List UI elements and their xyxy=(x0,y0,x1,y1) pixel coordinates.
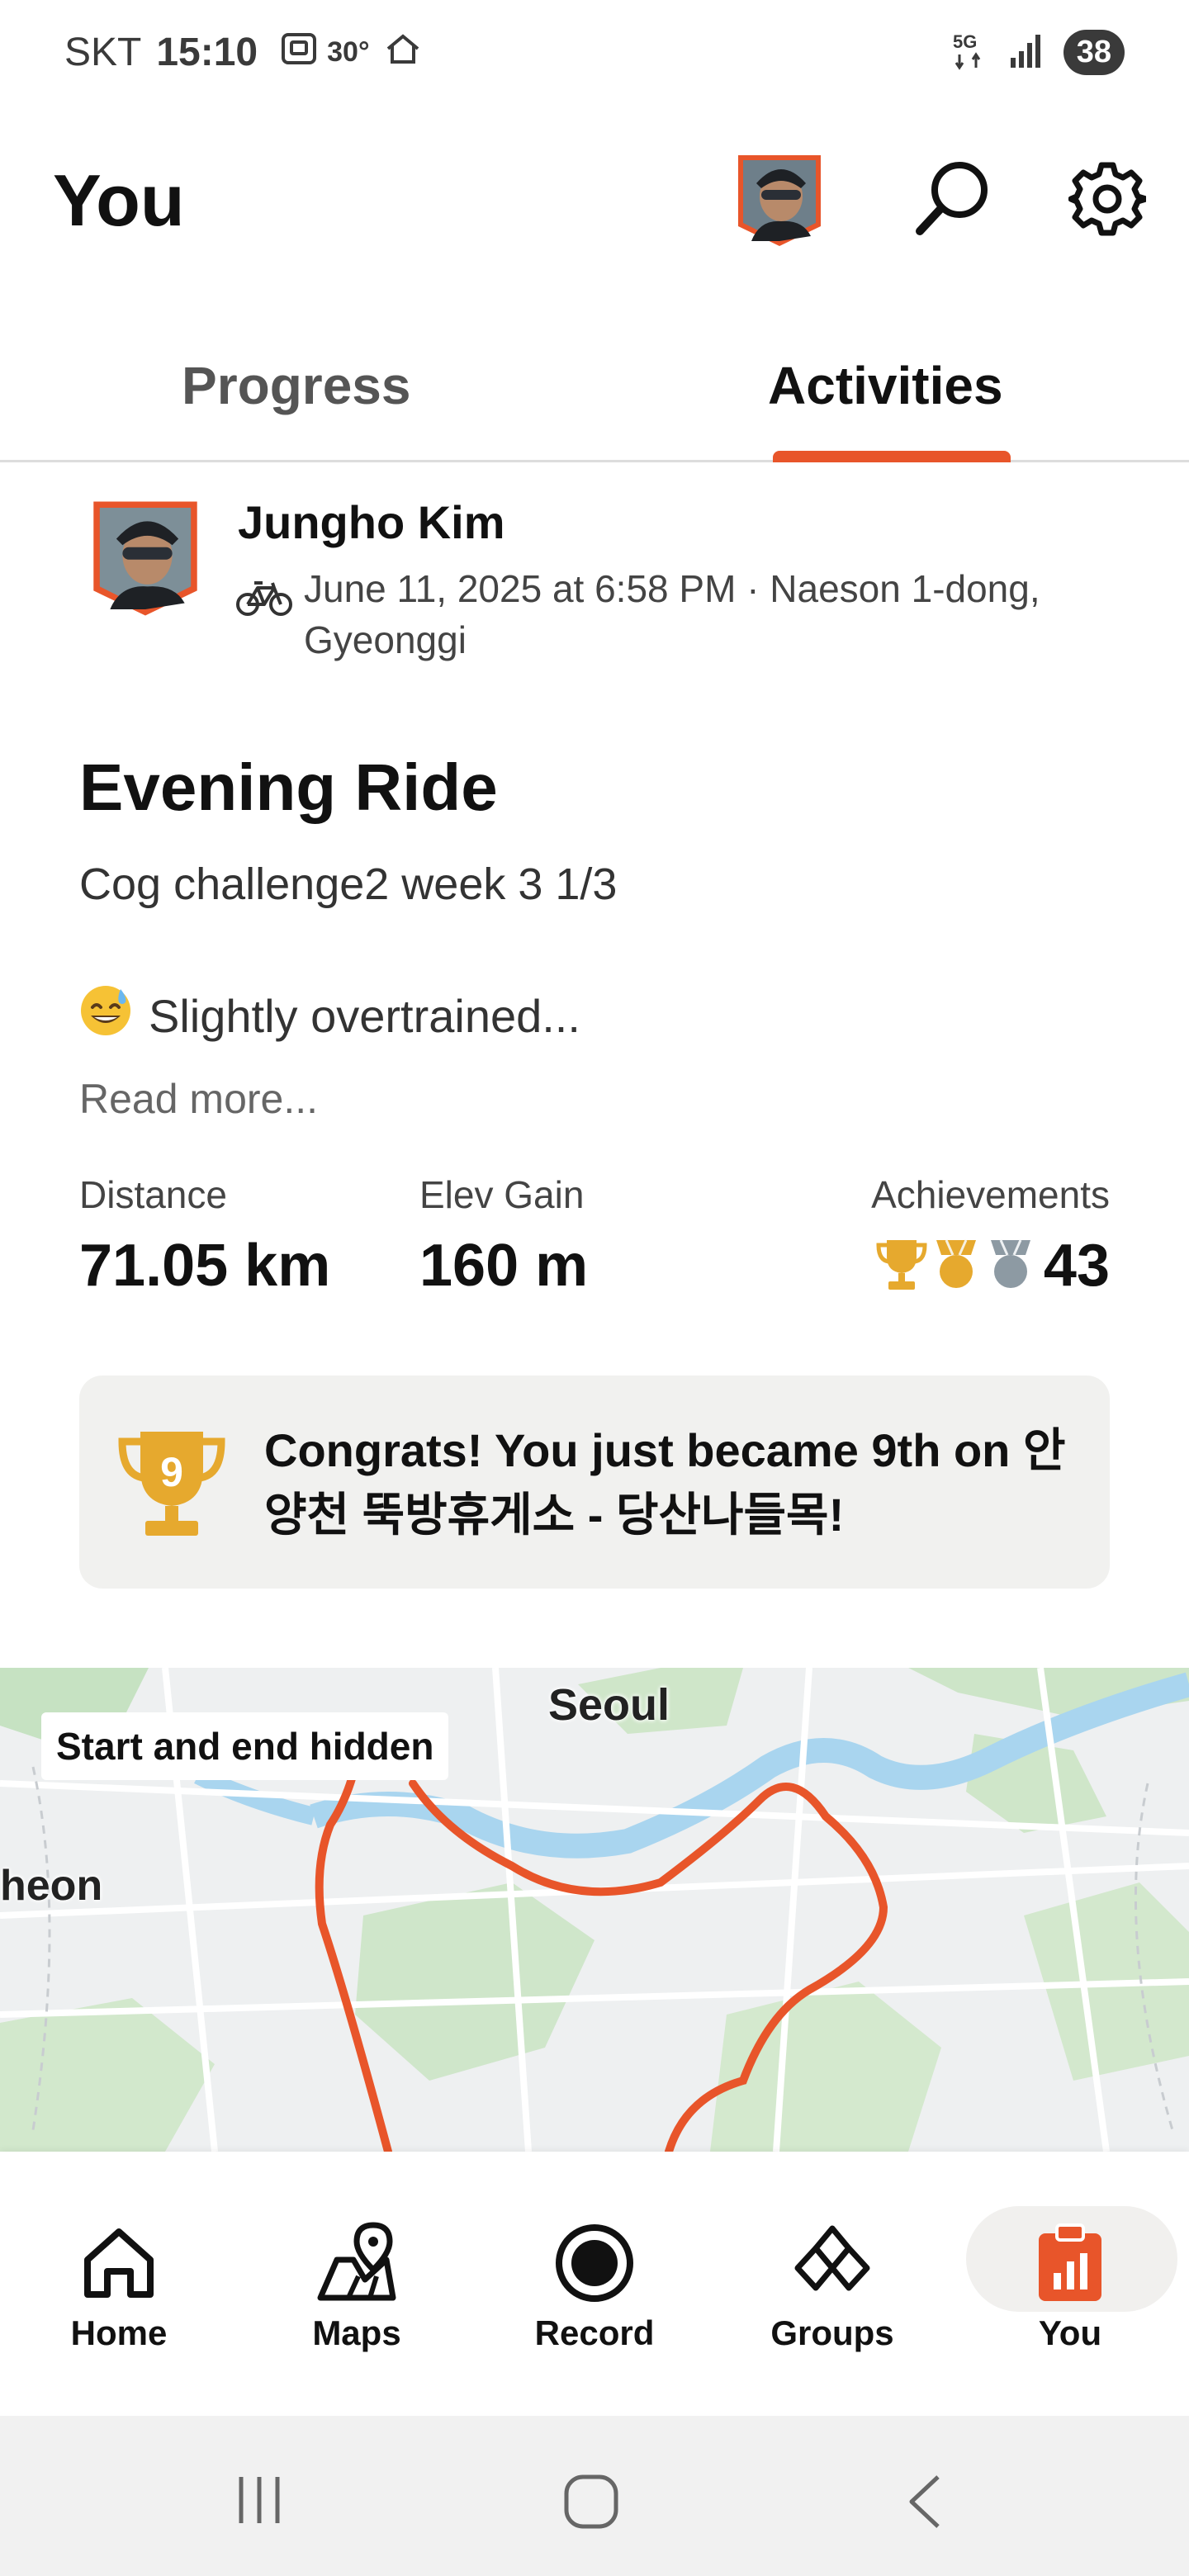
stat-achievements[interactable]: Achievements 43 xyxy=(871,1172,1110,1300)
gold-medal-icon xyxy=(930,1237,983,1295)
nav-groups-label: Groups xyxy=(770,2313,894,2352)
system-nav-bar xyxy=(0,2416,1189,2576)
nav-home-label: Home xyxy=(70,2313,168,2352)
trophy-rank-icon: 9 xyxy=(116,1427,228,1543)
athlete-avatar[interactable] xyxy=(89,495,201,618)
recent-apps-button[interactable] xyxy=(233,2474,286,2531)
groups-icon xyxy=(733,2218,931,2308)
activity-meta: June 11, 2025 at 6:58 PM · Naeson 1-dong… xyxy=(304,567,1040,661)
trophy-icon xyxy=(875,1237,928,1295)
map-label-seoul: Seoul xyxy=(548,1680,670,1730)
record-icon xyxy=(495,2218,694,2308)
clock: 15:10 xyxy=(156,31,258,74)
activity-title[interactable]: Evening Ride xyxy=(79,750,498,826)
nav-you[interactable]: You xyxy=(971,2218,1169,2353)
nav-groups[interactable]: Groups xyxy=(733,2218,931,2353)
maps-icon xyxy=(258,2218,456,2308)
nav-record-label: Record xyxy=(534,2313,655,2352)
nav-you-label: You xyxy=(1038,2313,1102,2352)
tab-bar: Progress Activities xyxy=(0,339,1189,462)
nav-record[interactable]: Record xyxy=(495,2218,694,2353)
stat-elev-gain: Elev Gain 160 m xyxy=(419,1172,588,1300)
home-icon xyxy=(20,2218,218,2308)
status-bar: SKT 15:10 30° 5G 38 xyxy=(0,0,1189,112)
mood-text: Slightly overtrained... xyxy=(149,990,580,1042)
route-map[interactable]: Start and end hidden Seoul heon xyxy=(0,1668,1189,2152)
tab-selected-indicator xyxy=(773,451,1011,462)
status-right: 5G 38 xyxy=(951,30,1125,75)
athlete-name[interactable]: Jungho Kim xyxy=(238,495,505,549)
tab-progress[interactable]: Progress xyxy=(182,355,410,416)
home-circle-icon xyxy=(564,2474,618,2529)
network-icon: 5G xyxy=(951,30,989,75)
distance-value: 71.05 km xyxy=(79,1233,331,1299)
back-chevron-icon xyxy=(909,2475,940,2528)
page-header: You xyxy=(0,132,1189,272)
segment-congrats-card[interactable]: 9 Congrats! You just became 9th on 안양천 뚝… xyxy=(79,1376,1110,1589)
activity-mood: Slightly overtrained... xyxy=(79,984,580,1048)
stat-distance: Distance 71.05 km xyxy=(79,1172,330,1300)
search-button[interactable] xyxy=(912,157,994,244)
silver-medal-icon xyxy=(984,1237,1037,1295)
achievements-label: Achievements xyxy=(871,1173,1110,1216)
nav-maps[interactable]: Maps xyxy=(258,2218,456,2353)
achievements-count: 43 xyxy=(1043,1233,1110,1299)
screenshot-icon xyxy=(281,30,317,75)
trophy-rank-number: 9 xyxy=(160,1449,183,1495)
recent-apps-icon xyxy=(239,2477,280,2523)
nav-home[interactable]: Home xyxy=(20,2218,218,2353)
activity-description: Cog challenge2 week 3 1/3 xyxy=(79,859,618,909)
distance-label: Distance xyxy=(79,1173,227,1216)
elev-gain-label: Elev Gain xyxy=(419,1173,585,1216)
settings-button[interactable] xyxy=(1068,160,1149,242)
read-more-link[interactable]: Read more... xyxy=(79,1075,318,1123)
battery-indicator: 38 xyxy=(1063,30,1125,75)
start-end-hidden-badge: Start and end hidden xyxy=(41,1712,449,1780)
nav-maps-label: Maps xyxy=(312,2313,401,2352)
gear-icon xyxy=(1068,162,1149,236)
elev-gain-value: 160 m xyxy=(419,1233,589,1299)
bike-icon xyxy=(236,578,292,622)
map-label-west: heon xyxy=(0,1862,103,1910)
signal-icon xyxy=(1007,31,1045,73)
home-system-button[interactable] xyxy=(563,2474,619,2534)
back-button[interactable] xyxy=(905,2474,945,2534)
carrier-label: SKT xyxy=(64,31,142,74)
svg-text:5G: 5G xyxy=(953,31,977,52)
home-status-icon xyxy=(385,30,421,75)
profile-avatar[interactable] xyxy=(735,150,824,248)
page-title: You xyxy=(53,159,185,241)
achievements-row: 43 xyxy=(871,1232,1110,1300)
congrats-text: Congrats! You just became 9th on 안양천 뚝방휴… xyxy=(264,1424,1066,1541)
sweat-smile-emoji-icon xyxy=(79,984,149,1048)
you-icon xyxy=(971,2218,1169,2308)
status-left: SKT 15:10 30° xyxy=(64,30,421,75)
temperature: 30° xyxy=(327,36,370,68)
search-icon xyxy=(916,162,988,235)
tab-activities[interactable]: Activities xyxy=(768,355,1003,416)
